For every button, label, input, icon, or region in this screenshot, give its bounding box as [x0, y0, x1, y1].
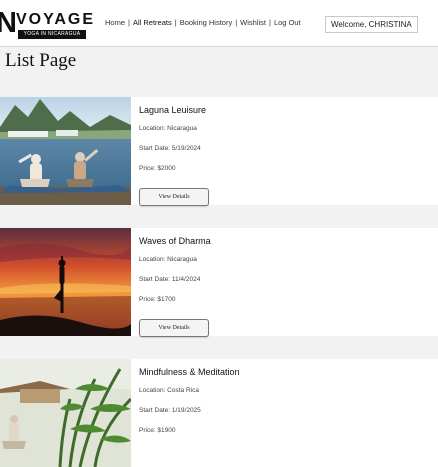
brand-logo[interactable]: N VOYAGE YOGA IN NICARAGUA	[0, 7, 95, 42]
retreat-start-date: Start Date: 1/19/2025	[139, 407, 201, 414]
logo-letter: N	[0, 7, 17, 39]
retreat-name: Laguna Leuisure	[139, 105, 207, 115]
retreat-price: Price: $1700	[139, 296, 176, 303]
retreat-price: Price: $1900	[139, 427, 176, 434]
page-title: List Page	[5, 50, 77, 71]
nav-booking-history[interactable]: Booking History	[180, 18, 233, 27]
logo-tagline: YOGA IN NICARAGUA	[18, 30, 86, 39]
retreat-start-date: Start Date: 5/19/2024	[139, 145, 201, 152]
nav-all-retreats[interactable]: All Retreats	[133, 18, 172, 27]
retreat-image-lake-yoga[interactable]	[0, 97, 131, 205]
retreat-name: Mindfulness & Meditation	[139, 367, 240, 377]
retreat-card: Waves of Dharma Location: Nicaragua Star…	[0, 228, 438, 337]
retreat-name: Waves of Dharma	[139, 236, 211, 246]
view-details-button[interactable]: View Details	[139, 188, 209, 206]
retreat-location: Location: Nicaragua	[139, 125, 197, 132]
site-header: N VOYAGE YOGA IN NICARAGUA Home | All Retr…	[0, 0, 438, 47]
nav-home[interactable]: Home	[105, 18, 125, 27]
view-details-button[interactable]: View Details	[139, 319, 209, 337]
retreat-card: Laguna Leuisure Location: Nicaragua Star…	[0, 97, 438, 206]
retreat-location: Location: Nicaragua	[139, 256, 197, 263]
retreat-start-date: Start Date: 11/4/2024	[139, 276, 201, 283]
main-nav: Home | All Retreats | Booking History | Wishli…	[105, 18, 301, 27]
retreat-image-sunset-yoga[interactable]	[0, 228, 131, 336]
nav-log-out[interactable]: Log Out	[274, 18, 301, 27]
retreat-image-garden-meditation[interactable]	[0, 359, 131, 467]
retreat-price: Price: $2000	[139, 165, 176, 172]
nav-wishlist[interactable]: Wishlist	[240, 18, 266, 27]
logo-wordmark: VOYAGE	[16, 11, 95, 28]
retreat-location: Location: Costa Rica	[139, 387, 199, 394]
welcome-badge: Welcome, CHRISTINA	[325, 16, 418, 33]
retreat-card: Mindfulness & Meditation Location: Costa…	[0, 359, 438, 467]
